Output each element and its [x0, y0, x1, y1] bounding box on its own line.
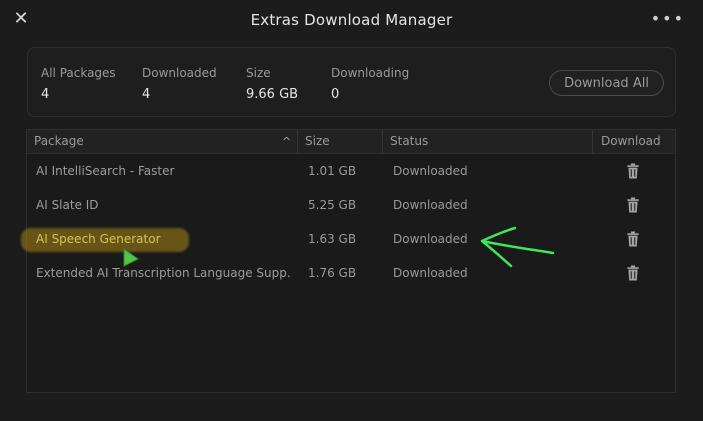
annotation-overlay [123, 226, 555, 268]
cursor-pointer-icon [123, 248, 139, 267]
download-manager-window: ✕ Extras Download Manager ••• All Packag… [0, 0, 703, 421]
hand-drawn-arrow [480, 226, 555, 268]
